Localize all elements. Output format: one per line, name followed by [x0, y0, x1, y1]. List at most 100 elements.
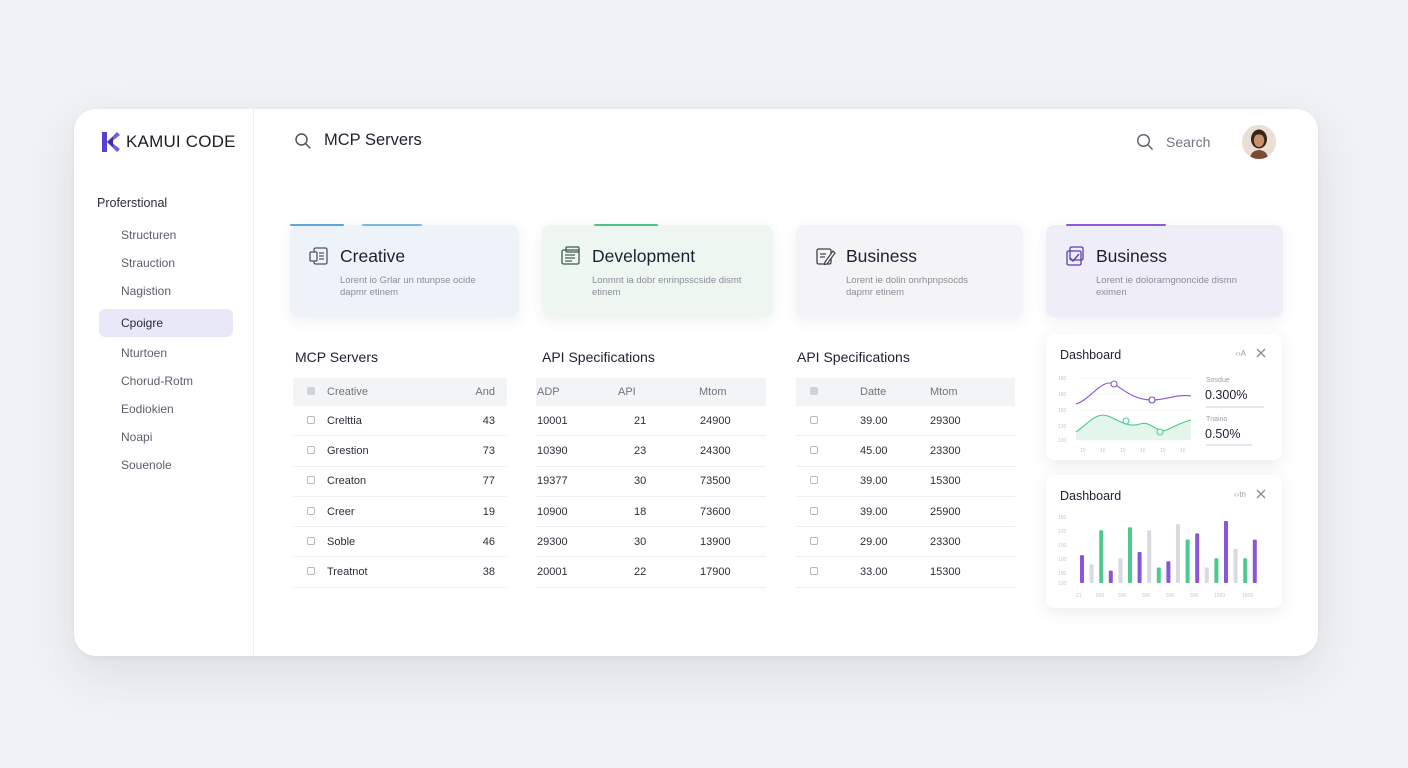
row-checkbox[interactable]	[307, 506, 315, 515]
column-header[interactable]: API	[618, 386, 670, 398]
table-cell: 10001	[537, 414, 568, 427]
row-checkbox[interactable]	[810, 415, 818, 424]
row-checkbox[interactable]	[810, 567, 818, 576]
table-row[interactable]: 45.00 23300	[796, 436, 1015, 467]
chart-bar	[1099, 530, 1104, 583]
dashboard-title: Dashboard	[1060, 348, 1122, 362]
table-row[interactable]: 39.00 25900	[796, 497, 1015, 528]
brand[interactable]: KAMUI CODE	[100, 131, 236, 153]
row-checkbox[interactable]	[307, 445, 315, 454]
sidebar-item[interactable]: Nturtoen	[99, 339, 233, 367]
svg-text:500: 500	[1142, 593, 1151, 599]
chart-bar	[1108, 570, 1113, 583]
svg-text:10: 10	[1100, 448, 1106, 454]
table-row[interactable]: 19377 30 73500	[536, 467, 766, 497]
table-row[interactable]: 10001 21 24900	[536, 406, 766, 437]
table-row[interactable]: Creaton 77	[293, 467, 507, 497]
sidebar-item[interactable]: Eodiokien	[99, 395, 233, 423]
table-row[interactable]: Treatnot 38	[293, 557, 507, 588]
column-header[interactable]: Mtom	[930, 386, 990, 398]
row-checkbox[interactable]	[307, 415, 315, 424]
svg-text:1500: 1500	[1242, 593, 1253, 599]
svg-text:130: 130	[1058, 581, 1067, 587]
close-icon[interactable]	[1256, 489, 1266, 499]
expand-icon[interactable]: ‹›tn	[1234, 490, 1246, 499]
column-header[interactable]: Creative	[327, 386, 467, 398]
row-checkbox[interactable]	[810, 445, 818, 454]
panel-controls: ‹›tn	[1234, 489, 1266, 499]
page-search[interactable]: MCP Servers	[294, 131, 422, 150]
row-checkbox[interactable]	[307, 567, 315, 576]
table-cell: 23300	[930, 444, 961, 457]
panel-controls: ‹›A	[1235, 348, 1266, 358]
sidebar-item[interactable]: Structuren	[99, 221, 233, 249]
dashboard-line-panel: Dashboard ‹›A 180 180 150 130 130 10 10 10 10 10…	[1046, 334, 1282, 460]
table-cell: 19	[482, 505, 495, 518]
sidebar-item[interactable]: Souenole	[99, 451, 233, 479]
close-icon[interactable]	[1256, 348, 1266, 358]
chart-bar	[1128, 527, 1132, 583]
table-row[interactable]: 39.00 29300	[796, 406, 1015, 437]
mcp-servers-table: Creative And Crelttia 43 Grestion 73 Cre…	[293, 378, 507, 588]
chart-bar	[1156, 567, 1161, 583]
expand-icon[interactable]: ‹›A	[1235, 349, 1246, 358]
column-header[interactable]: Datte	[860, 386, 930, 398]
chart-bar	[1224, 521, 1228, 583]
table-cell: 39.00	[860, 414, 888, 427]
table-row[interactable]: 20001 22 17900	[536, 557, 766, 588]
sidebar-item[interactable]: Nagistion	[99, 277, 233, 305]
table-header: Creative And	[293, 378, 507, 406]
table-row[interactable]: Soble 46	[293, 527, 507, 558]
column-header[interactable]: And	[467, 386, 495, 398]
row-checkbox[interactable]	[307, 536, 315, 545]
column-header[interactable]: ADP	[536, 386, 618, 398]
card-title: Creative	[340, 245, 406, 266]
category-card-creative[interactable]: Creative Lorent io Grlar un ntunpse ocid…	[290, 224, 519, 317]
table-row[interactable]: 33.00 15300	[796, 557, 1015, 588]
table-row[interactable]: 10390 23 24300	[536, 436, 766, 467]
search-label: Search	[1166, 134, 1211, 150]
svg-text:500: 500	[1096, 593, 1105, 599]
column-header[interactable]: Mtom	[670, 386, 730, 398]
table-cell: 13900	[700, 535, 731, 548]
select-all-checkbox[interactable]	[307, 387, 315, 395]
line-chart: 180 180 150 130 130 10 10 10 10 10 10	[1058, 376, 1192, 454]
table-cell: 24300	[700, 444, 731, 457]
sidebar-item[interactable]: Chorud-Rotm	[99, 367, 233, 395]
chart-bar	[1089, 564, 1094, 583]
table-cell: 46	[482, 535, 495, 548]
sidebar-item[interactable]: Noapi	[99, 423, 233, 451]
table-cell: Crelttia	[327, 414, 362, 427]
stat-value: 0.50%	[1205, 427, 1241, 441]
chart-bar	[1137, 552, 1142, 583]
table-row[interactable]: 39.00 15300	[796, 467, 1015, 497]
svg-text:180: 180	[1058, 392, 1067, 398]
row-checkbox[interactable]	[810, 476, 818, 485]
category-card-business-2[interactable]: Business Lorent ie dolorarngnoncide dism…	[1046, 224, 1283, 317]
table-row[interactable]: Crelttia 43	[293, 406, 507, 437]
table-row[interactable]: 10900 18 73600	[536, 497, 766, 528]
table-row[interactable]: Creer 19	[293, 497, 507, 528]
chart-bar	[1204, 567, 1209, 583]
table-row[interactable]: 29300 30 13900	[536, 527, 766, 558]
table-cell: Creer	[327, 505, 355, 518]
table-row[interactable]: 29.00 23300	[796, 527, 1015, 558]
table-header: Datte Mtom	[796, 378, 1015, 406]
table-cell: 33.00	[860, 566, 888, 579]
category-card-development[interactable]: Development Lonmnt ia dobr enrinpsscside…	[542, 224, 773, 317]
sidebar-item-active[interactable]: Cpoigre	[99, 309, 233, 337]
sidebar-item[interactable]: Strauction	[99, 249, 233, 277]
user-avatar[interactable]	[1242, 125, 1276, 159]
table-cell: 43	[482, 414, 495, 427]
card-title: Development	[592, 245, 696, 266]
row-checkbox[interactable]	[810, 536, 818, 545]
row-checkbox[interactable]	[307, 476, 315, 485]
table-cell: 73	[482, 444, 495, 457]
table-row[interactable]: Grestion 73	[293, 436, 507, 467]
select-all-checkbox[interactable]	[810, 387, 818, 395]
row-checkbox[interactable]	[810, 506, 818, 515]
api-specifications-table: ADP API Mtom 10001 21 24900 10390 23 243…	[536, 378, 766, 588]
category-card-business[interactable]: Business Lorent ie dolin onrhpnpsocds da…	[796, 225, 1023, 317]
global-search[interactable]: Search	[1136, 133, 1210, 151]
card-description: Lorent ie dolorarngnoncide dismn eximen	[1096, 275, 1238, 298]
